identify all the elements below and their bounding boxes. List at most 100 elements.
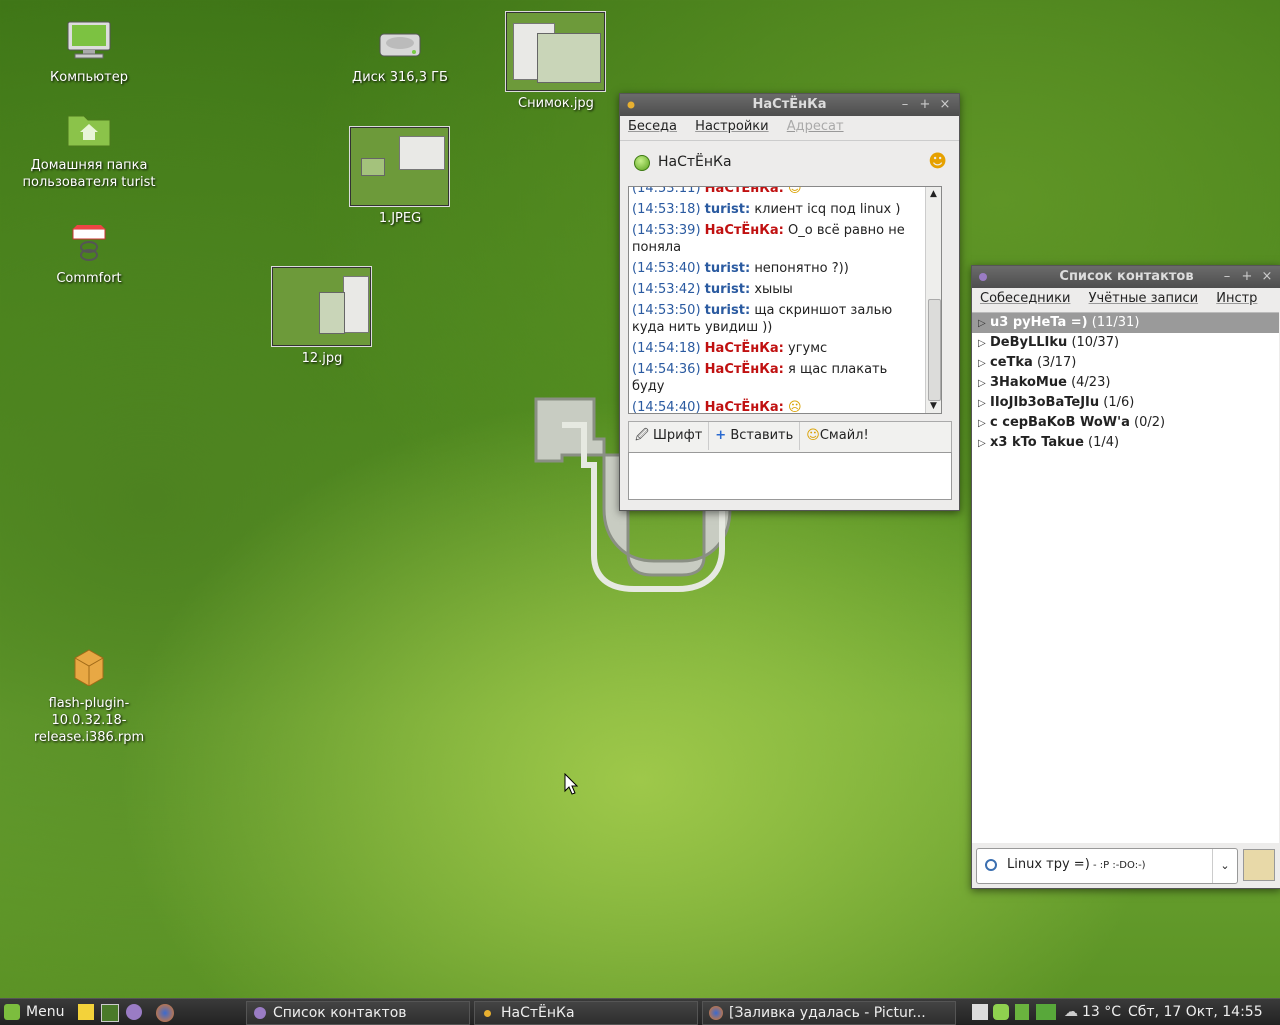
menu-label: Menu bbox=[26, 1004, 65, 1020]
contact-group-row[interactable]: ▷ ceTka (3/17) bbox=[972, 353, 1279, 373]
chat-icon bbox=[484, 1010, 491, 1017]
chat-message: (14:53:11) НаСтЁнКа: ☺ bbox=[629, 186, 925, 199]
menu-buddies[interactable]: Собеседники bbox=[980, 291, 1070, 306]
plus-icon: + bbox=[715, 428, 727, 443]
contact-group-row[interactable]: ▷ IIoJIb3oBaTeJIu (1/6) bbox=[972, 393, 1279, 413]
chat-titlebar[interactable]: НаСтЁнКа – + × bbox=[620, 94, 959, 116]
maximize-icon[interactable]: + bbox=[1237, 266, 1257, 288]
desktop-icon-flash-rpm[interactable]: flash-plugin-10.0.32.18-release.i386.rpm bbox=[14, 646, 164, 746]
contact-group-row[interactable]: ▷ 3HakoMue (4/23) bbox=[972, 373, 1279, 393]
minimize-icon[interactable]: – bbox=[1217, 266, 1237, 288]
desktop-icon-computer[interactable]: Компьютер bbox=[14, 20, 164, 86]
message-timestamp: (14:53:40) bbox=[632, 261, 701, 276]
clock[interactable]: Сбт, 17 Окт, 14:55 bbox=[1128, 999, 1263, 1025]
contact-group-row[interactable]: ▷ DeByLLIku (10/37) bbox=[972, 333, 1279, 353]
weather-temp[interactable]: 13 °C bbox=[1082, 999, 1121, 1025]
smile-button[interactable]: ☺Смайл! bbox=[800, 422, 874, 450]
message-sender: НаСтЁнКа: bbox=[704, 400, 784, 414]
tray-notification-icon[interactable] bbox=[972, 1004, 988, 1020]
status-text: Linux тру =) - :P :-DO:-) bbox=[1007, 857, 1146, 872]
firefox-launcher-icon[interactable] bbox=[156, 1004, 174, 1022]
desktop-icon-home[interactable]: Домашняя папка пользователя turist bbox=[14, 110, 164, 191]
message-text: клиент icq под linux ) bbox=[754, 202, 901, 217]
message-text: непонятно ?)) bbox=[754, 261, 849, 276]
notes-launcher-icon[interactable] bbox=[78, 1004, 94, 1020]
tray-network-icon[interactable] bbox=[1036, 1004, 1056, 1020]
chat-message: (14:53:42) turist: хыыы bbox=[629, 279, 925, 300]
menu-conversation[interactable]: Беседа bbox=[628, 119, 677, 134]
font-button[interactable]: 🖉 Шрифт bbox=[629, 422, 710, 450]
package-icon bbox=[14, 646, 164, 691]
thumbnail-label: 12.jpg bbox=[301, 351, 343, 366]
group-name: IIoJIb3oBaTeJIu bbox=[990, 395, 1100, 410]
task-chat[interactable]: НаСтЁнКа bbox=[474, 1001, 698, 1025]
insert-button[interactable]: + Вставить bbox=[709, 422, 801, 450]
harddisk-icon bbox=[325, 28, 475, 65]
chat-message: (14:53:39) НаСтЁнКа: О_о всё равно не по… bbox=[629, 220, 925, 258]
message-timestamp: (14:53:18) bbox=[632, 202, 701, 217]
group-count: (3/17) bbox=[1036, 355, 1077, 370]
minimize-icon[interactable]: – bbox=[895, 94, 915, 116]
commfort-icon bbox=[14, 225, 164, 266]
expander-icon[interactable]: ▷ bbox=[978, 434, 990, 454]
task-contacts[interactable]: Список контактов bbox=[246, 1001, 470, 1025]
status-selector[interactable]: Linux тру =) - :P :-DO:-) ⌄ bbox=[976, 848, 1238, 884]
menu-accounts[interactable]: Учётные записи bbox=[1089, 291, 1199, 306]
chat-message: (14:53:18) turist: клиент icq под linux … bbox=[629, 199, 925, 220]
online-status-icon bbox=[634, 155, 650, 171]
expander-icon[interactable]: ▷ bbox=[978, 374, 990, 394]
task-label: [Заливка удалась - Pictur... bbox=[729, 1005, 926, 1021]
tray-pidgin-icon[interactable] bbox=[993, 1004, 1009, 1020]
group-count: (1/6) bbox=[1103, 395, 1135, 410]
desktop-icon-disk[interactable]: Диск 316,3 ГБ bbox=[325, 28, 475, 86]
chat-message: (14:54:40) НаСтЁнКа: ☹ bbox=[629, 397, 925, 414]
desktop-icon-label: flash-plugin-10.0.32.18-release.i386.rpm bbox=[33, 696, 145, 745]
message-timestamp: (14:54:18) bbox=[632, 341, 701, 356]
task-label: Список контактов bbox=[273, 1005, 407, 1021]
group-count: (10/37) bbox=[1071, 335, 1120, 350]
desktop-icon-label: Домашняя папка пользователя turist bbox=[22, 158, 156, 190]
thumbnail-snimok[interactable] bbox=[506, 12, 605, 91]
window-title: НаСтЁнКа bbox=[752, 97, 827, 112]
contact-group-row[interactable]: ▷ u3 pyHeTa =) (11/31) bbox=[972, 313, 1279, 333]
maximize-icon[interactable]: + bbox=[915, 94, 935, 116]
contact-group-row[interactable]: ▷ x3 kTo Takue (1/4) bbox=[972, 433, 1279, 453]
terminal-launcher-icon[interactable] bbox=[101, 1004, 119, 1022]
window-menu-icon[interactable] bbox=[626, 100, 636, 110]
pidgin-icon[interactable] bbox=[978, 272, 988, 282]
expander-icon[interactable]: ▷ bbox=[978, 414, 990, 434]
chat-message: (14:54:18) НаСтЁнКа: угумс bbox=[629, 338, 925, 359]
message-timestamp: (14:53:11) bbox=[632, 186, 701, 196]
desktop-icon-commfort[interactable]: Commfort bbox=[14, 225, 164, 287]
menu-tools[interactable]: Инстр bbox=[1216, 291, 1257, 306]
chevron-down-icon[interactable]: ⌄ bbox=[1212, 849, 1237, 883]
thumbnail-12jpg[interactable] bbox=[272, 267, 371, 346]
group-name: x3 kTo Takue bbox=[990, 435, 1084, 450]
thumbnail-1jpeg[interactable] bbox=[350, 127, 449, 206]
expander-icon[interactable]: ▷ bbox=[978, 394, 990, 414]
contacts-titlebar[interactable]: Список контактов – + × bbox=[972, 266, 1280, 288]
expander-icon[interactable]: ▷ bbox=[978, 354, 990, 374]
task-firefox[interactable]: [Заливка удалась - Pictur... bbox=[702, 1001, 956, 1025]
buddy-icon-button[interactable] bbox=[1243, 849, 1275, 881]
menu-settings[interactable]: Настройки bbox=[695, 119, 768, 134]
message-input[interactable] bbox=[628, 452, 952, 500]
close-icon[interactable]: × bbox=[935, 94, 955, 116]
close-icon[interactable]: × bbox=[1257, 266, 1277, 288]
weather-cloud-icon[interactable]: ☁ bbox=[1064, 999, 1078, 1025]
chat-window: НаСтЁнКа – + × Беседа Настройки Адресат На… bbox=[619, 93, 960, 511]
menu-recipient[interactable]: Адресат bbox=[787, 119, 844, 134]
chat-scrollbar[interactable]: ▲ ▼ bbox=[925, 187, 941, 413]
pidgin-launcher-icon[interactable] bbox=[126, 1004, 142, 1020]
buddy-icon[interactable]: ☻ bbox=[928, 151, 947, 172]
font-button-label: Шрифт bbox=[653, 428, 703, 443]
group-name: ceTka bbox=[990, 355, 1033, 370]
contact-group-row[interactable]: ▷ c cepBaKoB WoW'a (0/2) bbox=[972, 413, 1279, 433]
group-name: 3HakoMue bbox=[990, 375, 1067, 390]
menu-button[interactable]: Menu bbox=[4, 999, 64, 1025]
computer-icon bbox=[14, 20, 164, 65]
expander-icon[interactable]: ▷ bbox=[978, 334, 990, 354]
tray-lock-icon[interactable] bbox=[1015, 1004, 1029, 1020]
chat-log[interactable]: (14:53:11) НаСтЁнКа: ☺ (14:53:18) turist:… bbox=[628, 186, 942, 414]
expander-icon[interactable]: ▷ bbox=[978, 314, 990, 334]
